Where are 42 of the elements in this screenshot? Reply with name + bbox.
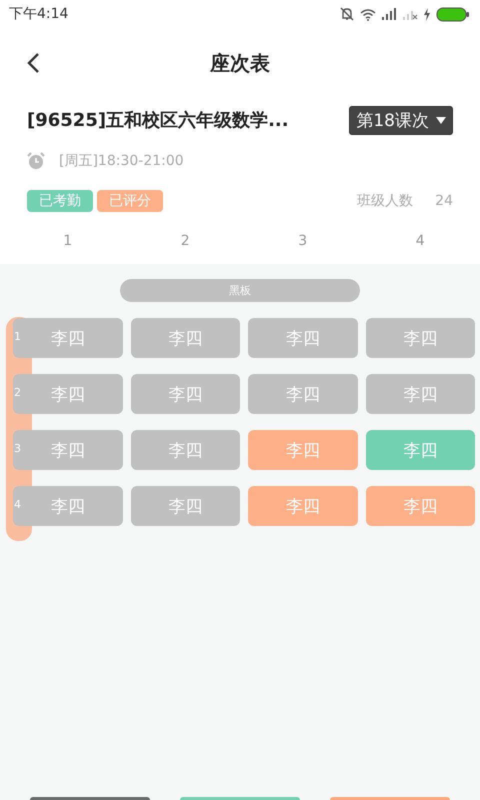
seat[interactable]: 李四 — [366, 430, 475, 470]
bottom-button[interactable] — [30, 797, 150, 800]
caret-icon — [436, 116, 446, 124]
seat[interactable]: 李四 — [130, 318, 240, 358]
seat[interactable]: 李四 — [366, 318, 475, 358]
lesson-dropdown[interactable]: 第18课次 — [349, 106, 453, 134]
class-time: [周五]18:30-21:00 — [59, 152, 184, 170]
back-icon[interactable] — [26, 52, 40, 74]
seat[interactable]: 李四 — [130, 486, 240, 526]
bottom-button[interactable] — [180, 797, 300, 800]
signal-icon — [402, 8, 418, 20]
status-tag: 已评分 — [97, 190, 163, 212]
seat[interactable]: 李四 — [248, 318, 358, 358]
class-size-label: 班级人数 — [357, 192, 414, 210]
seat[interactable]: 李四 — [130, 374, 240, 414]
signal-icon — [381, 8, 397, 20]
course-title: [96525]五和校区六年级数学... — [27, 109, 289, 132]
column-number: 1 — [62, 233, 74, 249]
column-number: 4 — [414, 233, 426, 249]
seat[interactable]: 李四 — [366, 374, 475, 414]
seat[interactable]: 李四 — [248, 486, 358, 526]
page-title: 座次表 — [210, 50, 270, 76]
row-number: 1 — [14, 330, 21, 343]
row-number: 2 — [14, 386, 21, 399]
seat[interactable]: 李四 — [248, 430, 358, 470]
seat[interactable]: 李四 — [366, 486, 475, 526]
column-number: 2 — [180, 233, 191, 249]
status-time: 下午4:14 — [9, 5, 68, 23]
seat[interactable]: 李四 — [248, 374, 358, 414]
class-size-value: 24 — [435, 193, 453, 209]
wifi-icon — [360, 8, 376, 20]
mute-icon — [339, 7, 355, 21]
battery-icon — [436, 6, 470, 22]
charging-icon — [423, 8, 431, 20]
column-number: 3 — [297, 233, 308, 249]
row-number: 4 — [14, 498, 21, 511]
status-tag: 已考勤 — [27, 190, 93, 212]
alarm-clock-icon — [27, 152, 45, 170]
row-number: 3 — [14, 442, 21, 455]
seat[interactable]: 李四 — [130, 430, 240, 470]
bottom-button[interactable] — [330, 797, 450, 800]
blackboard: 黑板 — [120, 279, 360, 302]
